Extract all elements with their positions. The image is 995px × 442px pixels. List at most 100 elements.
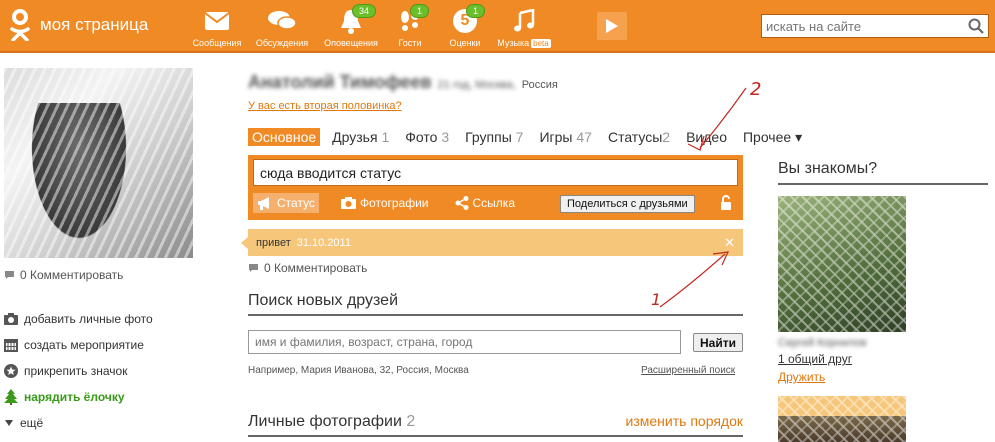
share-link-icon [455,196,469,210]
tab-label: Группы [465,129,512,145]
tab-label: Статусы [607,129,663,145]
tab-label: Прочее ▾ [742,128,803,145]
nav-label: Гости [398,38,422,48]
link-label: ещё [20,416,44,430]
status-input[interactable] [253,159,738,186]
comment-icon [249,264,258,272]
nav-ratings[interactable]: 5 1 Оценки [436,4,494,48]
lock-open-icon[interactable] [720,195,732,211]
action-label: Статус [277,196,315,210]
megaphone-icon [258,196,269,210]
create-event-link[interactable]: создать мероприятие [4,332,153,358]
envelope-icon [204,12,230,30]
nav-label: Оценки [449,38,481,48]
status-type-link[interactable]: Ссылка [451,193,519,213]
profile-avatar[interactable] [4,68,193,258]
comments-label: 0 Комментировать [264,261,368,275]
suggested-friend-photo-2[interactable] [778,396,906,442]
odnoklassniki-logo-icon [8,9,32,41]
site-search [761,14,989,38]
status-text: привет [256,236,291,249]
befriend-link[interactable]: Дружить [778,370,825,384]
notifications-badge: 34 [352,4,377,18]
link-label: добавить личные фото [24,312,153,326]
add-photo-link[interactable]: добавить личные фото [4,306,153,332]
second-half-link[interactable]: У вас есть вторая половинка? [248,100,402,112]
top-nav: Сообщения Обсуждения 34 Оповещения 1 Гос… [188,4,554,48]
tab-count: 7 [515,129,524,145]
attach-badge-link[interactable]: прикрепить значок [4,358,153,384]
personal-photos-header: Личные фотографии 2 изменить порядок [248,413,743,437]
nav-messages[interactable]: Сообщения [188,6,246,48]
link-label: создать мероприятие [24,338,144,352]
badge-star-icon [4,364,18,378]
nav-music[interactable]: Музыка beta [494,6,554,48]
tab-count: 1 [381,129,390,145]
tab-count: 3 [441,129,450,145]
tab-statuses[interactable]: Статусы2 [608,129,670,145]
mutual-friends-link[interactable]: 1 общий друг [778,352,852,366]
status-type-status[interactable]: Статус [253,193,319,213]
nav-notifications[interactable]: 34 Оповещения [318,4,384,48]
tab-main[interactable]: Основное [248,128,321,146]
nav-discussions[interactable]: Обсуждения [246,6,318,48]
advanced-search-link[interactable]: Расширенный поиск [641,365,735,376]
profile-name: Анатолий Тимофеев [248,72,432,92]
tab-label: Основное [252,129,317,145]
tab-count: 47 [576,129,592,145]
tab-more[interactable]: Прочее ▾ [743,129,802,146]
suggested-friend-photo[interactable] [778,196,906,332]
profile-header: Анатолий Тимофеев 21 год, Москва, Россия [248,72,558,93]
close-icon[interactable]: ✕ [724,235,735,251]
music-play-button[interactable] [597,12,627,40]
tab-groups[interactable]: Группы 7 [465,129,523,145]
find-button[interactable]: Найти [693,333,743,352]
tab-label: Игры [539,129,573,145]
action-label: Фотографии [359,196,429,210]
profile-location: 21 год, Москва, [437,79,516,91]
comment-icon [5,271,14,279]
status-type-photos[interactable]: Фотографии [337,193,433,213]
site-search-input[interactable] [762,18,962,34]
christmas-tree-icon [4,389,18,405]
calendar-icon [4,339,18,352]
status-comments-link[interactable]: 0 Комментировать [248,261,367,275]
link-label: нарядить ёлочку [24,390,125,404]
tab-photos[interactable]: Фото 3 [405,129,449,145]
status-date: 31.10.2011 [296,236,351,249]
profile-tabs: Основное Друзья 1 Фото 3 Группы 7 Игры 4… [248,128,818,146]
suggest-title: Вы знакомы? [778,160,988,185]
reorder-link[interactable]: изменить порядок [626,413,743,431]
nav-label: Сообщения [192,38,242,48]
find-friends-title: Поиск новых друзей [248,292,743,316]
nav-label: Музыка [497,38,530,48]
logo[interactable]: моя страница [8,9,148,41]
camera-icon [340,197,356,209]
tab-label: Видео [686,129,727,145]
nav-guests[interactable]: 1 Гости [384,4,436,48]
tab-count: 2 [662,129,671,145]
share-with-friends-button[interactable]: Поделиться с друзьями [560,195,695,213]
decorate-tree-link[interactable]: нарядить ёлочку [4,384,153,410]
status-post: привет 31.10.2011 ✕ [241,229,743,256]
find-example: Например, Мария Иванова, 32, Россия, Мос… [248,365,469,376]
triangle-down-icon [5,420,13,426]
comments-label: 0 Комментировать [20,268,124,282]
top-bar: моя страница Сообщения Обсуждения 34 Опо… [0,0,995,53]
tab-label: Фото [405,129,438,145]
profile-actions: добавить личные фото создать мероприятие… [4,306,153,436]
tab-friends[interactable]: Друзья 1 [332,129,389,145]
tab-video[interactable]: Видео [686,129,727,145]
tab-games[interactable]: Игры 47 [539,129,592,145]
status-actions: Статус Фотографии Ссылка [253,193,537,213]
suggested-friend-name[interactable]: Сергей Корнилов [778,337,867,349]
search-icon[interactable] [968,18,984,34]
nav-label: Оповещения [324,38,378,48]
more-link[interactable]: ещё [4,410,153,436]
photos-title: Личные фотографии [248,413,402,430]
find-friends-input[interactable] [248,330,681,354]
avatar-comments-link[interactable]: 0 Комментировать [4,268,123,282]
annotation-number: 2 [750,79,761,100]
music-note-icon [514,9,535,32]
logo-text: моя страница [40,15,149,34]
